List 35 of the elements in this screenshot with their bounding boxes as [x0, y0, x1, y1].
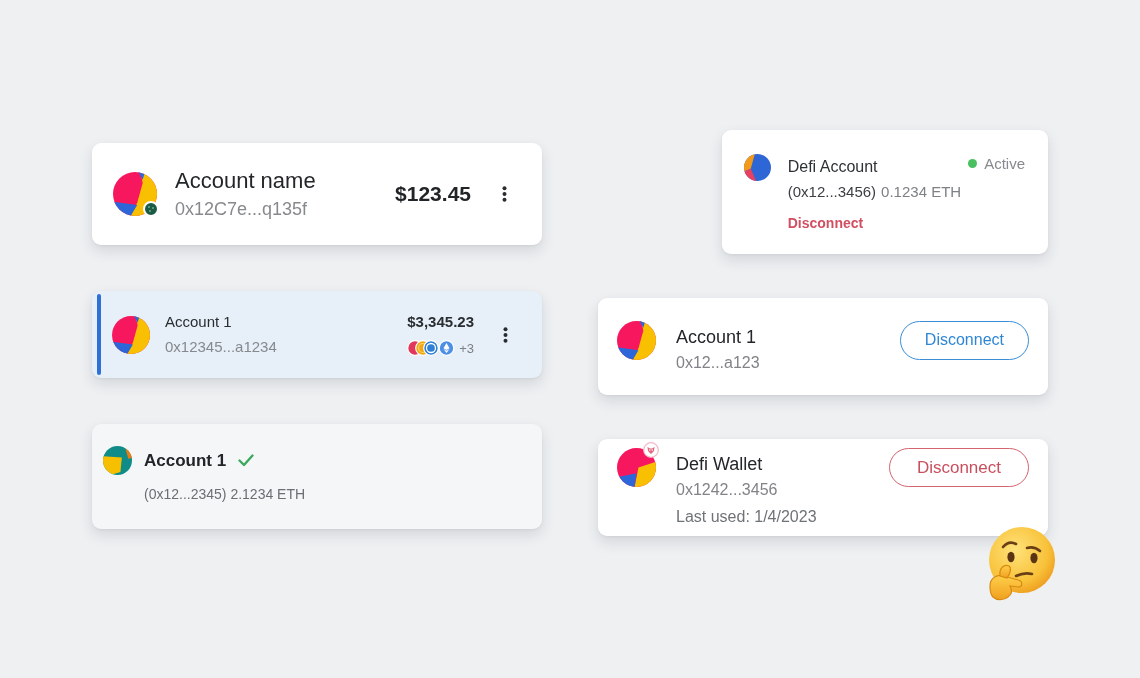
- last-used-text: Last used: 1/4/2023: [676, 507, 817, 527]
- token-count: +3: [459, 340, 474, 356]
- avatar-icon: [743, 154, 771, 181]
- avatar-icon: [617, 320, 656, 360]
- account-balance: 0.1234 ETH: [881, 182, 962, 201]
- account-card[interactable]: Account 1 0x12345...a1234 $3,345.23 +3: [92, 291, 542, 378]
- account-address: 0x1242...3456: [676, 480, 778, 500]
- account-address: 0x12...a123: [676, 352, 760, 373]
- account-name: Account name: [175, 168, 316, 194]
- account-name: Defi Wallet: [676, 453, 763, 475]
- account-address: 0x12345...a1234: [165, 338, 277, 356]
- avatar-icon: [113, 172, 157, 216]
- account-address: 0x12C7e...q135f: [175, 198, 309, 220]
- token-stack-icon: [407, 340, 456, 356]
- disconnect-button[interactable]: Disconnect: [899, 320, 1029, 360]
- account-name: Defi Account: [787, 157, 879, 177]
- account-name: Account 1: [144, 450, 227, 471]
- network-badge-icon: [143, 201, 159, 217]
- avatar-icon: [617, 448, 656, 487]
- account-card[interactable]: Account name 0x12C7e...q135f $123.45: [92, 143, 542, 245]
- account-name: Account 1: [165, 313, 233, 331]
- avatar-icon: [103, 446, 132, 475]
- avatar-icon: [112, 315, 150, 354]
- account-card[interactable]: Account 1 (0x12...2345) 2.1234 ETH: [92, 424, 542, 529]
- disconnect-link[interactable]: Disconnect: [787, 215, 864, 232]
- app-badge-icon: [643, 442, 659, 458]
- more-options-icon[interactable]: [502, 186, 507, 202]
- account-details: (0x12...2345) 2.1234 ETH: [144, 486, 306, 503]
- account-name: Account 1: [676, 325, 757, 348]
- disconnect-button[interactable]: Disconnect: [888, 448, 1029, 487]
- account-balance: $3,345.23: [407, 313, 474, 331]
- account-balance: $123.45: [395, 182, 471, 206]
- status-label: Active: [984, 154, 1025, 173]
- more-options-icon[interactable]: [503, 326, 508, 343]
- account-address: (0x12...3456): [787, 182, 877, 201]
